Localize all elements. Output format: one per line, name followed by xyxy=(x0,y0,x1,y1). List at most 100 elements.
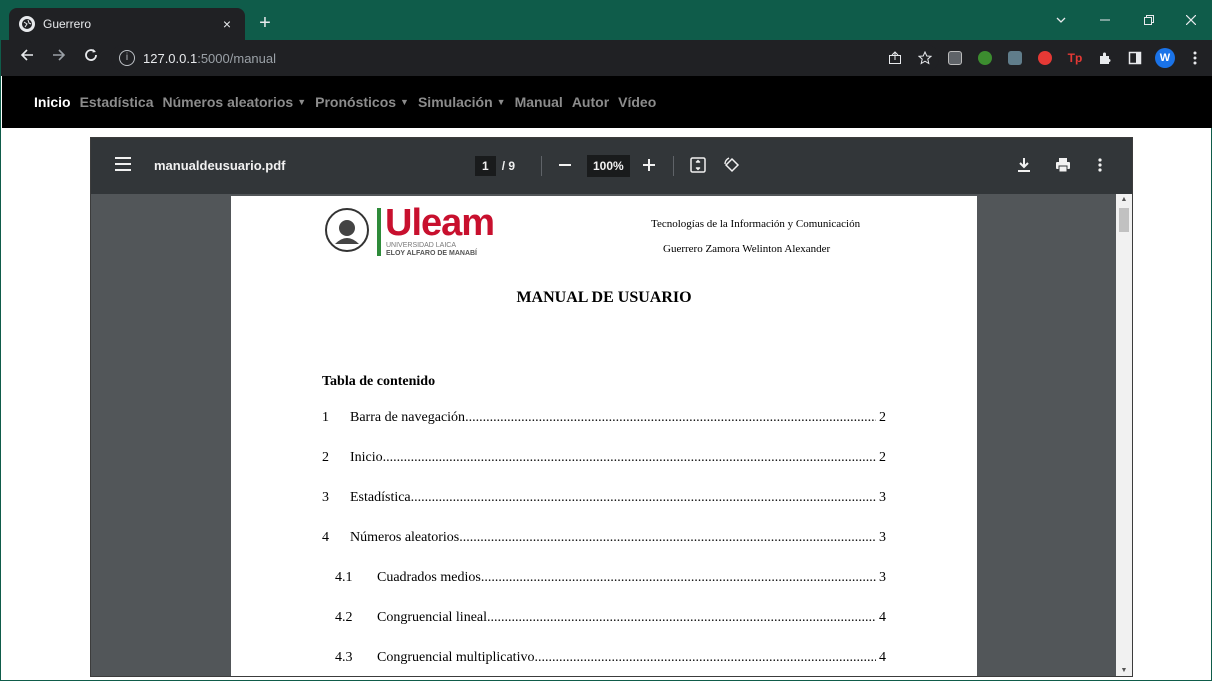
site-info-icon[interactable]: i xyxy=(119,50,135,66)
current-page-input[interactable]: 1 xyxy=(475,156,496,176)
fit-page-icon[interactable] xyxy=(687,154,709,176)
scroll-thumb[interactable] xyxy=(1119,208,1129,232)
browser-toolbar: i 127.0.0.1:5000/manual Tp W xyxy=(1,40,1212,76)
toc-label: Congruencial lineal xyxy=(377,610,488,625)
header-author: Guerrero Zamora Welinton Alexander xyxy=(663,243,831,255)
extension-red-icon[interactable] xyxy=(1035,48,1055,68)
toc-page: 4 xyxy=(879,610,886,625)
menu-hamburger-icon[interactable] xyxy=(115,157,131,171)
nav-simulacion-label: Simulación xyxy=(417,94,493,110)
pdf-scrollbar[interactable]: ▲ ▼ xyxy=(1116,194,1132,676)
toc-page: 2 xyxy=(879,410,886,425)
toc-entry[interactable]: 4.1 Cuadrados medios 3 xyxy=(322,570,886,588)
nav-simulacion[interactable]: Simulación ▼ xyxy=(418,94,506,110)
url-path: :5000/manual xyxy=(197,50,276,66)
menu-kebab-icon[interactable] xyxy=(1185,48,1205,68)
uleam-logo: Uleam UNIVERSIDAD LAICA ELOY ALFARO DE M… xyxy=(325,202,505,260)
tab-search-icon[interactable] xyxy=(1039,6,1083,34)
address-bar[interactable]: i 127.0.0.1:5000/manual xyxy=(111,44,939,72)
toc-heading: Tabla de contenido xyxy=(322,374,436,389)
toc-entry[interactable]: 1 Barra de navegación 2 xyxy=(322,410,886,428)
pdf-filename: manualdeusuario.pdf xyxy=(154,158,286,173)
share-icon[interactable] xyxy=(885,48,905,68)
toc-entry[interactable]: 4 Números aleatorios 3 xyxy=(322,530,886,548)
nav-estadistica[interactable]: Estadística xyxy=(80,94,154,110)
tab-title: Guerrero xyxy=(43,17,92,31)
reload-icon[interactable] xyxy=(77,44,105,72)
close-window-icon[interactable] xyxy=(1169,6,1212,34)
download-icon[interactable] xyxy=(1013,154,1035,176)
toc-label: Congruencial multiplicativo xyxy=(377,650,535,665)
back-icon[interactable] xyxy=(13,44,41,72)
toc-leader xyxy=(487,610,876,626)
document-title: MANUAL DE USUARIO xyxy=(516,289,692,306)
bookmark-star-icon[interactable] xyxy=(915,48,935,68)
minimize-icon[interactable] xyxy=(1083,6,1127,34)
pdf-toolbar: manualdeusuario.pdf 1 / 9 100% xyxy=(91,138,1132,194)
scroll-up-icon[interactable]: ▲ xyxy=(1120,196,1128,203)
header-department: Tecnologías de la Información y Comunica… xyxy=(651,218,861,230)
tab-close-icon[interactable]: × xyxy=(219,16,235,32)
forward-icon[interactable] xyxy=(45,44,73,72)
toc-page: 4 xyxy=(879,650,886,665)
toc-label: Inicio xyxy=(350,450,383,465)
toc-number: 1 xyxy=(322,410,329,425)
pdf-page: Uleam UNIVERSIDAD LAICA ELOY ALFARO DE M… xyxy=(231,196,977,676)
logo-subtitle-2: ELOY ALFARO DE MANABÍ xyxy=(386,250,478,257)
print-icon[interactable] xyxy=(1052,154,1074,176)
nav-video[interactable]: Vídeo xyxy=(618,94,656,110)
toc-leader xyxy=(411,490,876,506)
toc-label: Barra de navegación xyxy=(350,410,466,425)
caret-down-icon: ▼ xyxy=(400,97,409,107)
tab-guerrero[interactable]: Guerrero × xyxy=(9,8,245,40)
caret-down-icon: ▼ xyxy=(297,97,307,107)
browser-window: Guerrero × + i 127.0.0.1:5000/manual Tp… xyxy=(0,0,1212,681)
zoom-in-icon[interactable] xyxy=(637,152,661,180)
toc-number: 2 xyxy=(322,450,329,465)
new-tab-button[interactable]: + xyxy=(253,12,277,36)
rotate-icon[interactable] xyxy=(721,154,743,176)
toc-entry[interactable]: 2 Inicio 2 xyxy=(322,450,886,468)
toc-page: 3 xyxy=(879,530,886,545)
side-panel-icon[interactable] xyxy=(1125,48,1145,68)
nav-manual[interactable]: Manual xyxy=(515,94,563,110)
url-host: 127.0.0.1 xyxy=(143,50,198,66)
divider xyxy=(541,156,542,176)
toc-label: Cuadrados medios xyxy=(377,570,481,585)
zoom-level-input[interactable]: 100% xyxy=(587,155,630,177)
toc-entry[interactable]: 4.2 Congruencial lineal 4 xyxy=(322,610,886,628)
profile-avatar[interactable]: W xyxy=(1155,48,1175,68)
extension-div-icon[interactable] xyxy=(1005,48,1025,68)
zoom-out-icon[interactable] xyxy=(553,152,577,180)
toc-leader xyxy=(481,570,876,586)
logo-wordmark: Uleam xyxy=(385,202,495,244)
restore-icon[interactable] xyxy=(1127,6,1171,34)
toc-number: 4.3 xyxy=(335,650,353,665)
toc-number: 3 xyxy=(322,490,329,505)
nav-inicio[interactable]: Inicio xyxy=(34,94,71,110)
toc-page: 3 xyxy=(879,490,886,505)
logo-subtitle-1: UNIVERSIDAD LAICA xyxy=(386,242,457,249)
scroll-down-icon[interactable]: ▼ xyxy=(1120,667,1128,674)
divider xyxy=(673,156,674,176)
uleam-seal-icon xyxy=(325,208,369,252)
toc-page: 3 xyxy=(879,570,886,585)
nav-autor[interactable]: Autor xyxy=(572,94,609,110)
toc-leader xyxy=(465,410,876,426)
nav-pronosticos[interactable]: Pronósticos ▼ xyxy=(315,94,409,110)
toc-number: 4 xyxy=(322,530,329,545)
extension-tp-icon[interactable]: Tp xyxy=(1065,48,1085,68)
nav-numeros-aleatorios[interactable]: Números aleatorios ▼ xyxy=(163,94,307,110)
toc-leader xyxy=(459,530,876,546)
caret-down-icon: ▼ xyxy=(496,97,506,107)
toc-entry[interactable]: 3 Estadística 3 xyxy=(322,490,886,508)
toc-number: 4.2 xyxy=(335,610,353,625)
extension-save-icon[interactable] xyxy=(945,48,965,68)
page-selector: 1 / 9 xyxy=(475,155,515,177)
nav-numeros-aleatorios-label: Números aleatorios xyxy=(162,94,294,110)
toc-label: Estadística xyxy=(350,490,411,505)
extensions-puzzle-icon[interactable] xyxy=(1095,48,1115,68)
toc-entry[interactable]: 4.3 Congruencial multiplicativo 4 xyxy=(322,650,886,668)
more-options-icon[interactable] xyxy=(1089,154,1111,176)
extension-tree-icon[interactable] xyxy=(975,48,995,68)
